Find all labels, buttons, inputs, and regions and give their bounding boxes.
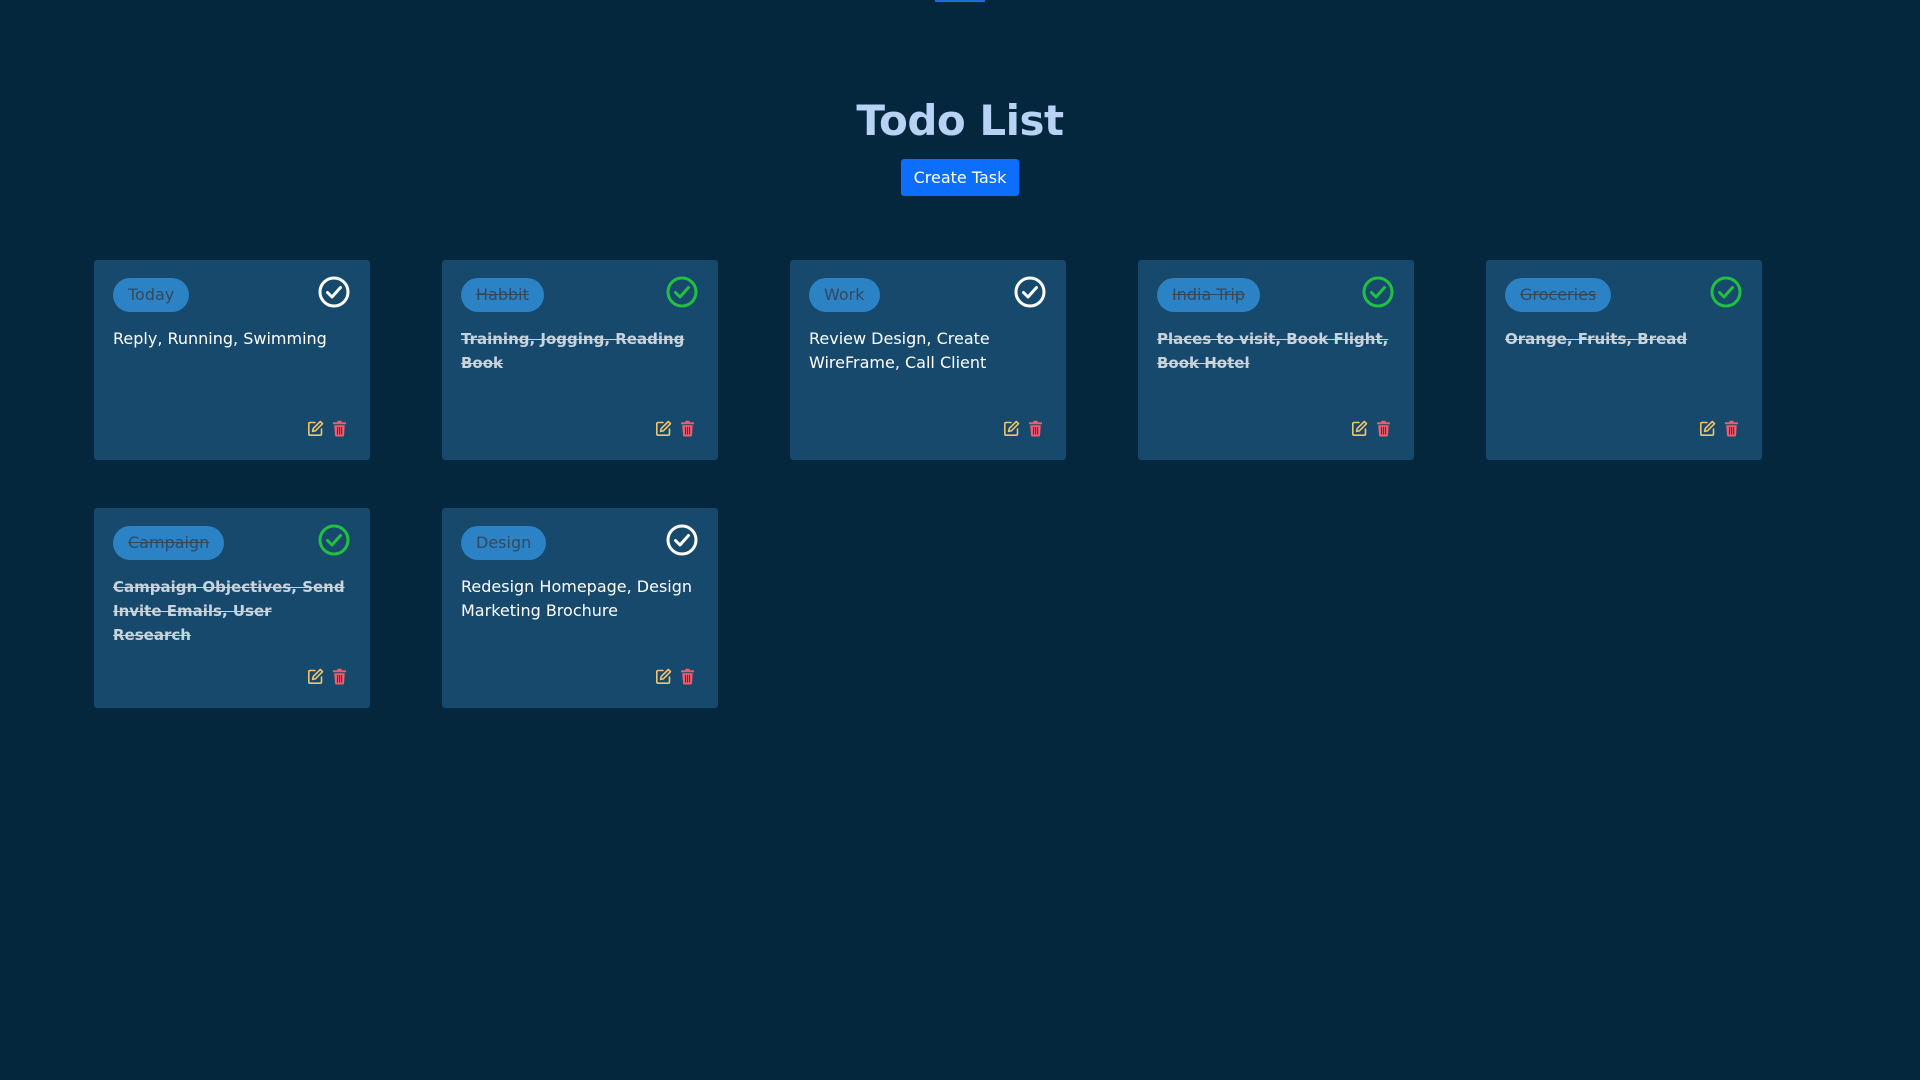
task-actions (307, 668, 348, 685)
task-card: Habbit Training, Jogging, Reading Book (442, 260, 718, 460)
task-tag: Work (809, 278, 880, 312)
check-circle-icon[interactable] (1709, 275, 1743, 309)
task-tag: Campaign (113, 526, 225, 560)
page-title: Todo List (856, 96, 1064, 145)
task-tag: Habbit (461, 278, 544, 312)
trash-icon[interactable] (331, 668, 348, 685)
task-card: Today Reply, Running, Swimming (94, 260, 370, 460)
task-actions (655, 668, 696, 685)
edit-icon[interactable] (1003, 420, 1020, 437)
task-description: Places to visit, Book Flight, Book Hotel (1157, 330, 1389, 372)
task-actions (1003, 420, 1044, 437)
task-actions (1699, 420, 1740, 437)
task-description: Orange, Fruits, Bread (1505, 330, 1688, 348)
edit-icon[interactable] (655, 420, 672, 437)
create-task-button[interactable]: Create Task (900, 159, 1020, 196)
task-actions (655, 420, 696, 437)
task-tag: Design (461, 526, 547, 560)
task-card: Groceries Orange, Fruits, Bread (1486, 260, 1762, 460)
check-circle-icon[interactable] (1361, 275, 1395, 309)
trash-icon[interactable] (679, 420, 696, 437)
trash-icon[interactable] (1027, 420, 1044, 437)
task-description: Campaign Objectives, Send Invite Emails,… (113, 578, 345, 644)
edit-icon[interactable] (655, 668, 672, 685)
task-description: Reply, Running, Swimming (113, 329, 327, 348)
task-card: Design Redesign Homepage, Design Marketi… (442, 508, 718, 708)
task-actions (307, 420, 348, 437)
edit-icon[interactable] (1699, 420, 1716, 437)
task-description: Review Design, Create WireFrame, Call Cl… (809, 329, 990, 372)
edit-icon[interactable] (1351, 420, 1368, 437)
task-description: Training, Jogging, Reading Book (461, 330, 685, 372)
check-circle-icon[interactable] (665, 275, 699, 309)
task-grid: Today Reply, Running, Swimming Habbit Tr… (94, 260, 1834, 708)
trash-icon[interactable] (331, 420, 348, 437)
task-tag: India Trip (1157, 278, 1260, 312)
edit-icon[interactable] (307, 420, 324, 437)
trash-icon[interactable] (1723, 420, 1740, 437)
check-circle-icon[interactable] (317, 523, 351, 557)
task-description: Redesign Homepage, Design Marketing Broc… (461, 577, 693, 620)
task-tag: Groceries (1505, 278, 1612, 312)
page-header: Todo List Create Task (0, 96, 1920, 196)
task-card: Work Review Design, Create WireFrame, Ca… (790, 260, 1066, 460)
task-tag: Today (113, 278, 190, 312)
edit-icon[interactable] (307, 668, 324, 685)
trash-icon[interactable] (1375, 420, 1392, 437)
top-scroll-indicator (935, 0, 985, 2)
check-circle-icon[interactable] (665, 523, 699, 557)
task-actions (1351, 420, 1392, 437)
task-card: Campaign Campaign Objectives, Send Invit… (94, 508, 370, 708)
check-circle-icon[interactable] (317, 275, 351, 309)
task-card: India Trip Places to visit, Book Flight,… (1138, 260, 1414, 460)
trash-icon[interactable] (679, 668, 696, 685)
check-circle-icon[interactable] (1013, 275, 1047, 309)
